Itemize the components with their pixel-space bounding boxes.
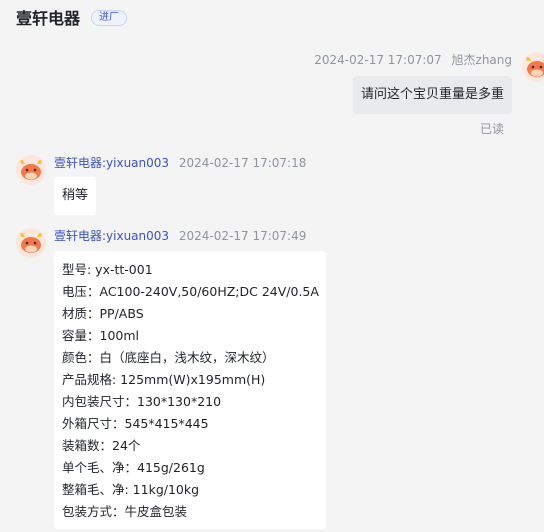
user-avatar xyxy=(522,52,544,82)
cow-avatar-icon xyxy=(16,228,46,258)
shop-name[interactable]: 壹轩电器 xyxy=(16,8,80,30)
read-status: 已读 xyxy=(479,122,504,136)
incoming-message-bubble[interactable]: 稍等 xyxy=(54,177,97,215)
spec-line: 单个毛、净：415g/261g xyxy=(62,460,205,475)
spec-line: 材质：PP/ABS xyxy=(62,306,144,321)
spec-line: 容量：100ml xyxy=(62,328,140,343)
message-text: 请问这个宝贝重量是多重 xyxy=(360,87,504,102)
incoming-message-meta: 壹轩电器:yixuan003 2024-02-17 17:07:49 xyxy=(54,228,306,244)
cow-avatar-icon xyxy=(16,155,46,185)
cow-avatar-icon xyxy=(522,52,544,82)
spec-line: 包装方式：牛皮盒包装 xyxy=(62,504,188,519)
outgoing-message-meta: 2024-02-17 17:07:07 旭杰zhang xyxy=(314,52,512,68)
spec-line: 整箱毛、净: 11kg/10kg xyxy=(62,482,200,497)
seller-avatar[interactable] xyxy=(16,155,46,185)
incoming-message-meta: 壹轩电器:yixuan003 2024-02-17 17:07:18 xyxy=(54,155,306,171)
spec-line: 装箱数：24个 xyxy=(62,438,141,453)
spec-line: 内包装尺寸：130*130*210 xyxy=(62,394,222,409)
sender-name-link[interactable]: 壹轩电器:yixuan003 xyxy=(54,229,169,243)
message-timestamp: 2024-02-17 17:07:18 xyxy=(178,156,307,170)
spec-line: 电压：AC100-240V,50/60HZ;DC 24V/0.5A xyxy=(62,284,319,299)
seller-avatar[interactable] xyxy=(16,228,46,258)
message-timestamp: 2024-02-17 17:07:49 xyxy=(178,229,307,243)
shop-tag-badge: 进厂 xyxy=(91,10,127,26)
message-sender: 旭杰zhang xyxy=(451,53,512,67)
message-text: 稍等 xyxy=(62,188,89,203)
chat-header: 壹轩电器 进厂 xyxy=(0,0,544,38)
spec-line: 产品规格: 125mm(W)x195mm(H) xyxy=(62,372,266,387)
spec-line: 颜色：白（底座白，浅木纹，深木纹） xyxy=(62,350,275,365)
sender-name-link[interactable]: 壹轩电器:yixuan003 xyxy=(54,156,169,170)
spec-line: 外箱尺寸：545*415*445 xyxy=(62,416,209,431)
product-spec-bubble[interactable]: 型号: yx-tt-001 电压：AC100-240V,50/60HZ;DC 2… xyxy=(54,251,326,529)
message-timestamp: 2024-02-17 17:07:07 xyxy=(314,53,442,67)
outgoing-message-bubble[interactable]: 请问这个宝贝重量是多重 xyxy=(352,76,512,114)
spec-line: 型号: yx-tt-001 xyxy=(62,262,153,277)
